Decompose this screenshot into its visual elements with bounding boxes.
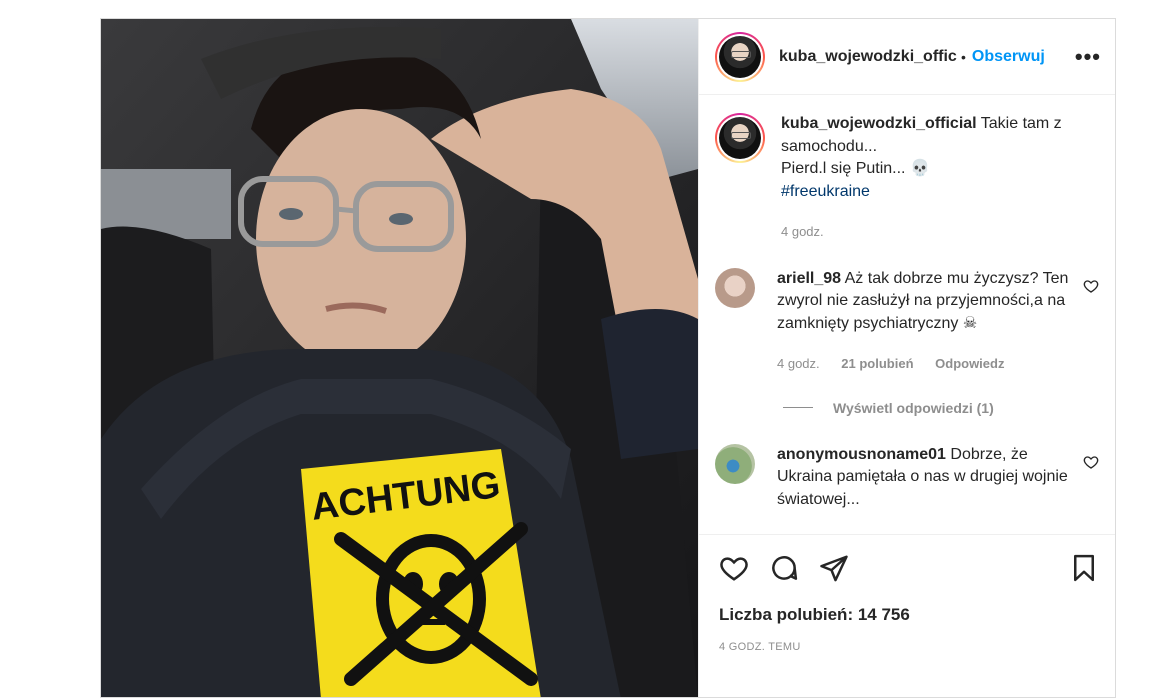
replies-divider-line <box>783 407 813 408</box>
reply-button[interactable]: Odpowiedz <box>935 356 1004 371</box>
view-replies-label[interactable]: Wyświetl odpowiedzi (1) <box>833 400 994 416</box>
commenter-username[interactable]: anonymousnoname01 <box>777 446 946 463</box>
caption-avatar[interactable] <box>715 113 765 163</box>
author-username[interactable]: kuba_wojewodzki_offic <box>779 48 957 66</box>
follow-button[interactable]: Obserwuj <box>972 48 1045 66</box>
comment-likes[interactable]: 21 polubień <box>841 356 913 371</box>
skull-emoji-icon: 💀 <box>909 160 930 177</box>
caption-meta: 4 godz. <box>781 221 1099 244</box>
hashtag-link[interactable]: #freeukraine <box>781 181 1099 204</box>
caption-username[interactable]: kuba_wojewodzki_official <box>781 115 977 132</box>
comment-time[interactable]: 4 godz. <box>777 356 820 371</box>
comment-like-heart-icon[interactable] <box>1083 278 1099 294</box>
selfie-image: ACHTUNG <box>101 19 698 697</box>
comment-item: ariell_98 Aż tak dobrze mu życzysz? Ten … <box>715 267 1099 376</box>
caption-time[interactable]: 4 godz. <box>781 224 824 239</box>
likes-count[interactable]: Liczba polubień: 14 756 <box>719 605 1099 625</box>
post-photo[interactable]: ACHTUNG <box>101 19 698 697</box>
share-send-icon[interactable] <box>819 553 849 583</box>
caption-text-line2: Pierd.l się Putin... <box>781 160 906 177</box>
comment-meta: 4 godz. 21 polubień Odpowiedz <box>777 353 1073 376</box>
post-header: kuba_wojewodzki_offic • Obserwuj ••• <box>699 19 1115 95</box>
comment-item: anonymousnoname01 Dobrze, że Ukraina pam… <box>715 443 1099 512</box>
commenter-username[interactable]: ariell_98 <box>777 270 841 287</box>
posted-time: 4 GODZ. TEMU <box>719 641 801 653</box>
caption-avatar-image <box>719 117 761 159</box>
comments-list[interactable]: kuba_wojewodzki_official Takie tam z sam… <box>699 95 1115 534</box>
more-options-icon[interactable]: ••• <box>1075 44 1101 70</box>
save-bookmark-icon[interactable] <box>1069 553 1099 583</box>
action-icons <box>719 553 1099 583</box>
author-avatar-image <box>719 35 761 78</box>
post-sidebar: kuba_wojewodzki_offic • Obserwuj ••• kub… <box>698 19 1115 697</box>
caption: kuba_wojewodzki_official Takie tam z sam… <box>715 113 1099 244</box>
skull-crossbones-emoji-icon: ☠ <box>962 314 978 332</box>
like-heart-icon[interactable] <box>719 553 749 583</box>
comment-like-heart-icon[interactable] <box>1083 454 1099 470</box>
author-avatar[interactable] <box>715 31 765 82</box>
view-replies-button[interactable]: Wyświetl odpowiedzi (1) <box>783 400 1099 416</box>
commenter-avatar[interactable] <box>715 267 755 308</box>
post-actions: Liczba polubień: 14 756 4 GODZ. TEMU <box>699 534 1115 697</box>
separator-dot: • <box>961 48 966 65</box>
commenter-avatar[interactable] <box>715 443 755 484</box>
comment-bubble-icon[interactable] <box>769 553 799 583</box>
post-modal: ACHTUNG kuba_wojewodzki_offic • Obserwuj… <box>100 18 1116 698</box>
